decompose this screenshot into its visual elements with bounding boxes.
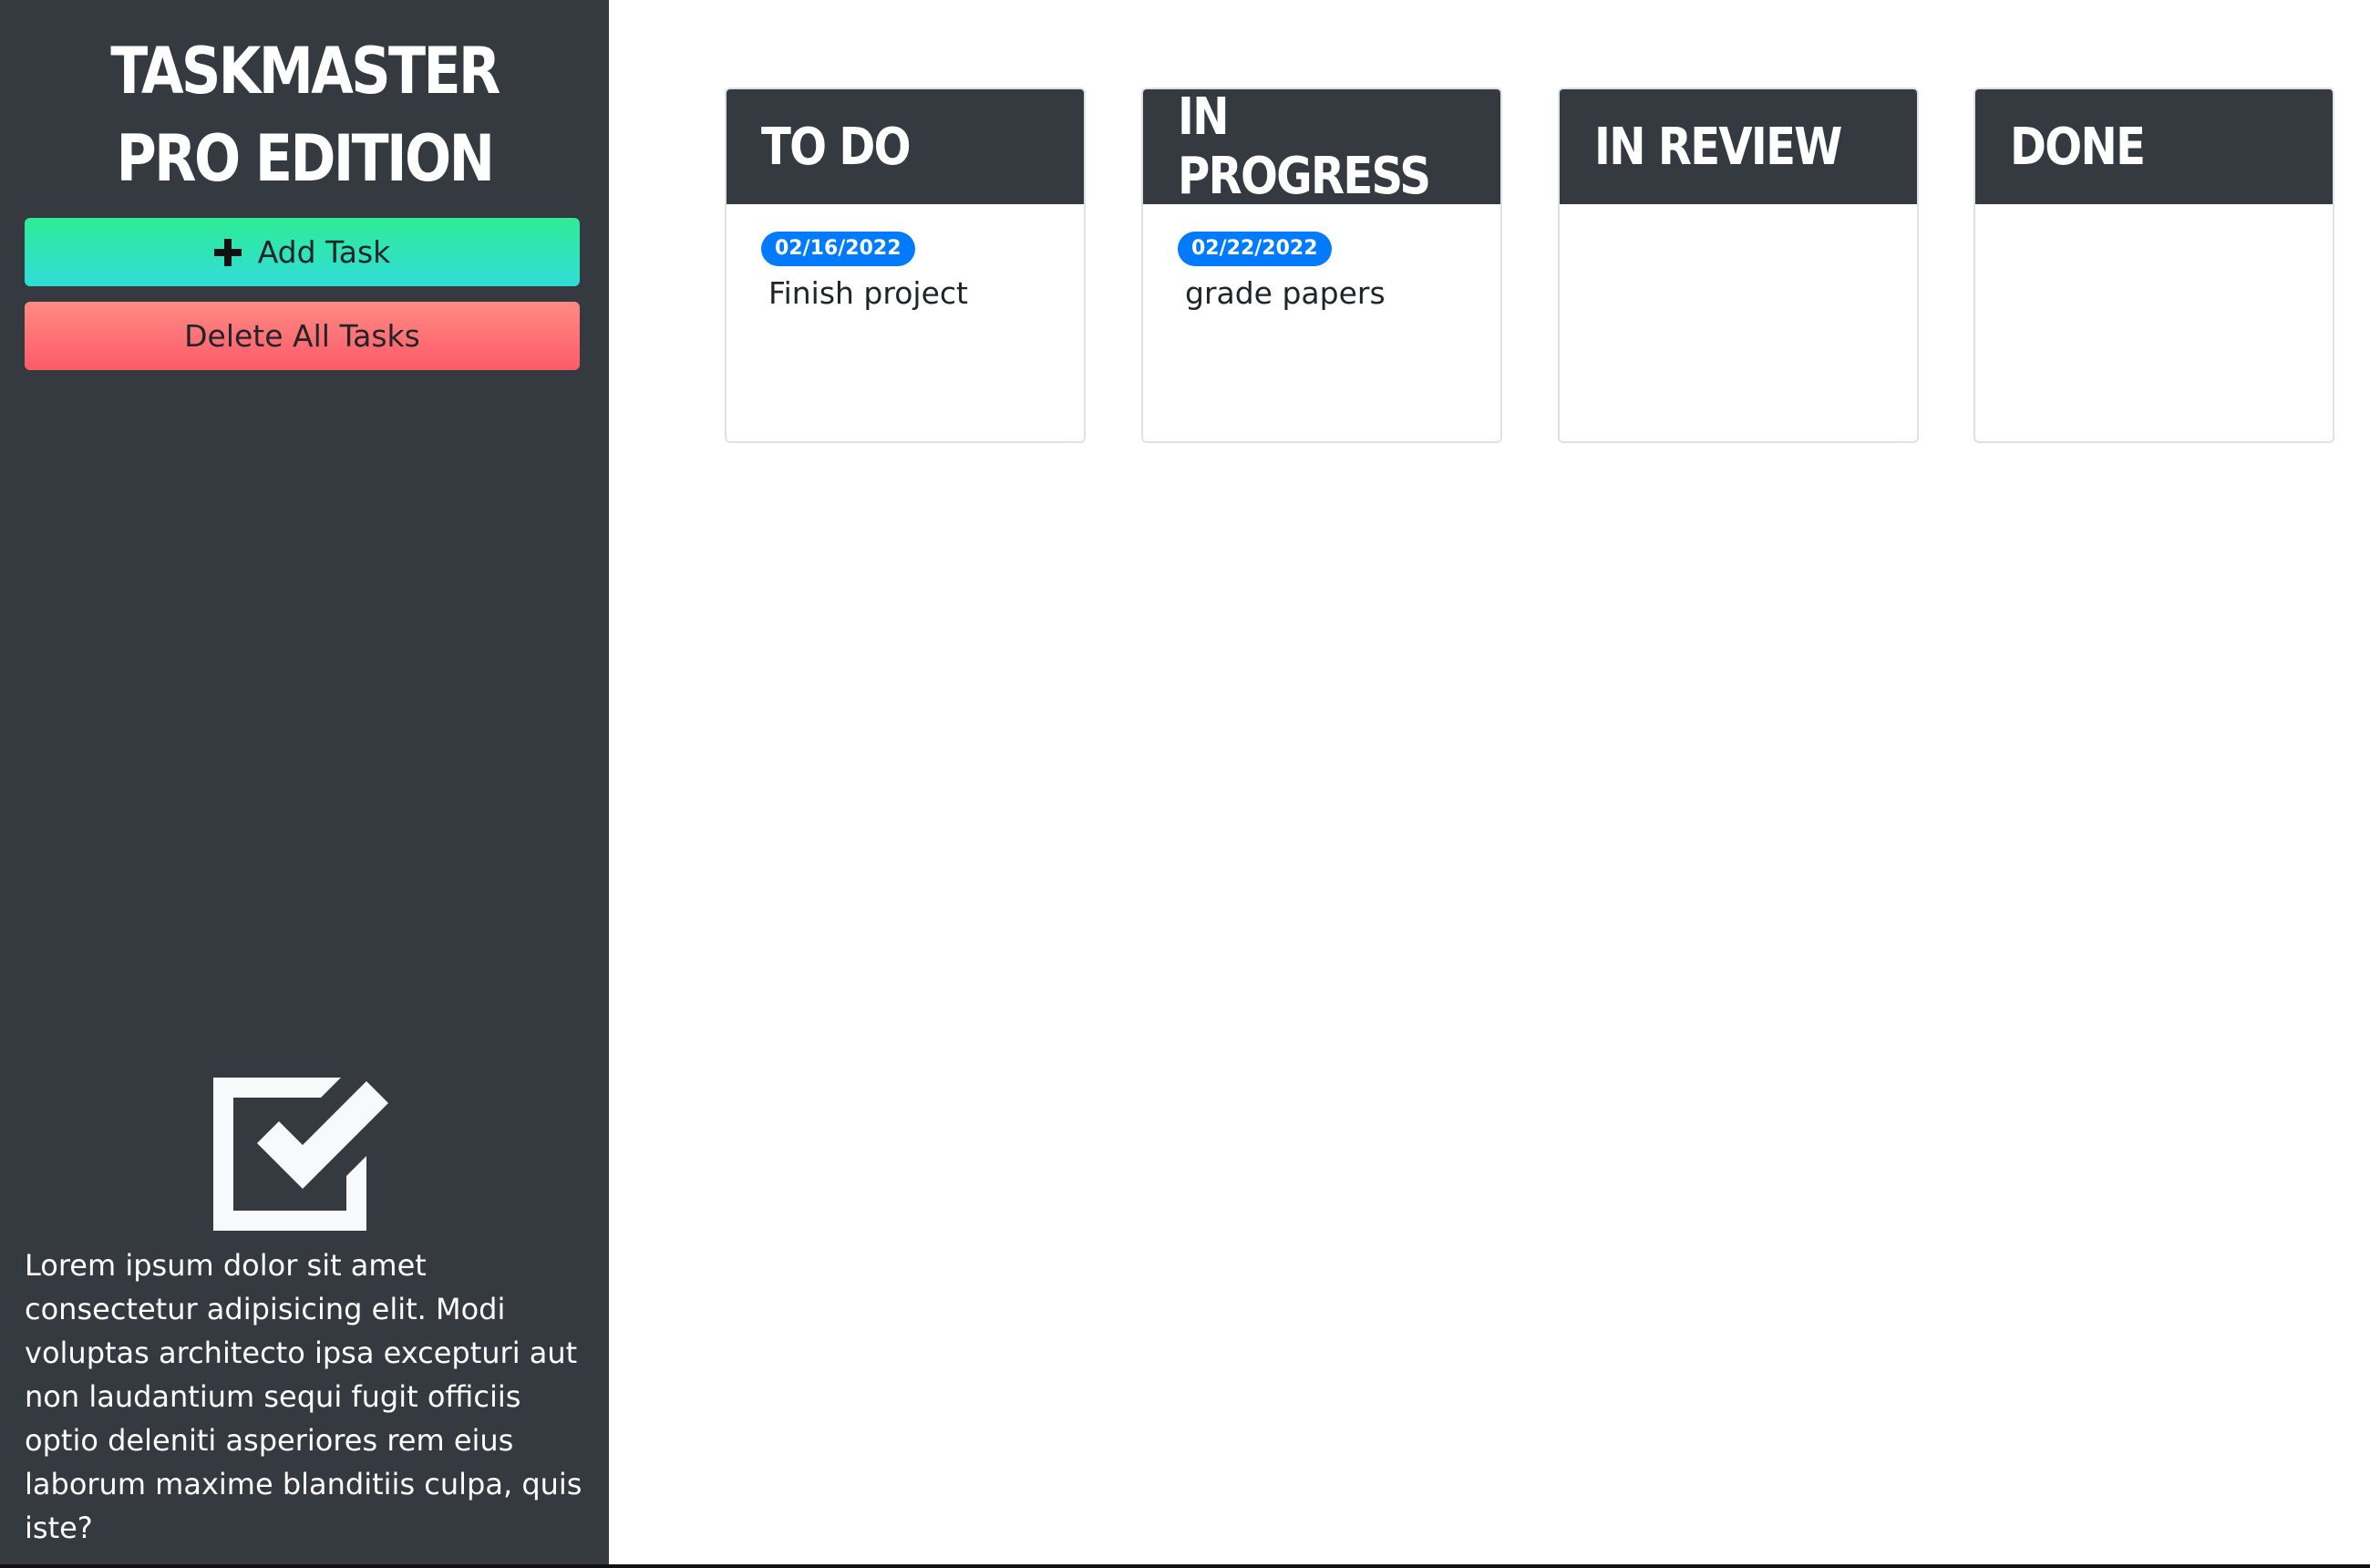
column-title: TO DO bbox=[761, 117, 912, 177]
task-card[interactable]: 02/16/2022 Finish project bbox=[726, 204, 1084, 311]
task-card[interactable]: 02/22/2022 grade papers bbox=[1143, 204, 1500, 311]
due-date-badge: 02/16/2022 bbox=[761, 232, 915, 266]
column-in-review: IN REVIEW bbox=[1558, 88, 1919, 443]
plus-icon bbox=[213, 238, 242, 266]
column-header: DONE bbox=[1975, 89, 2333, 204]
column-dropzone[interactable] bbox=[1975, 204, 2333, 441]
column-done: DONE bbox=[1973, 88, 2334, 443]
column-title: IN PROGRESS bbox=[1178, 88, 1431, 206]
delete-all-tasks-label: Delete All Tasks bbox=[184, 318, 420, 354]
task-text: Finish project bbox=[768, 275, 968, 311]
app-root: TASKMASTER PRO EDITION Add Task Delete A… bbox=[0, 0, 2370, 1564]
sidebar: TASKMASTER PRO EDITION Add Task Delete A… bbox=[0, 0, 609, 1564]
due-date-badge: 02/22/2022 bbox=[1178, 232, 1332, 266]
column-dropzone[interactable] bbox=[1560, 204, 1917, 441]
checkbox-check-icon bbox=[213, 1078, 388, 1231]
delete-all-tasks-button[interactable]: Delete All Tasks bbox=[25, 302, 580, 370]
column-header: TO DO bbox=[726, 89, 1084, 204]
bottom-divider bbox=[0, 1564, 2370, 1568]
sidebar-description: Lorem ipsum dolor sit amet consectetur a… bbox=[25, 1248, 582, 1545]
task-text: grade papers bbox=[1185, 275, 1386, 311]
add-task-button[interactable]: Add Task bbox=[25, 218, 580, 286]
app-title: TASKMASTER PRO EDITION bbox=[110, 34, 500, 196]
column-title: DONE bbox=[2010, 117, 2146, 177]
column-todo: TO DO 02/16/2022 Finish project bbox=[725, 88, 1086, 443]
column-header: IN PROGRESS bbox=[1143, 88, 1500, 206]
column-in-progress: IN PROGRESS 02/22/2022 grade papers bbox=[1141, 88, 1502, 443]
column-title: IN REVIEW bbox=[1594, 117, 1842, 177]
column-header: IN REVIEW bbox=[1560, 89, 1917, 204]
add-task-label: Add Task bbox=[257, 234, 391, 270]
